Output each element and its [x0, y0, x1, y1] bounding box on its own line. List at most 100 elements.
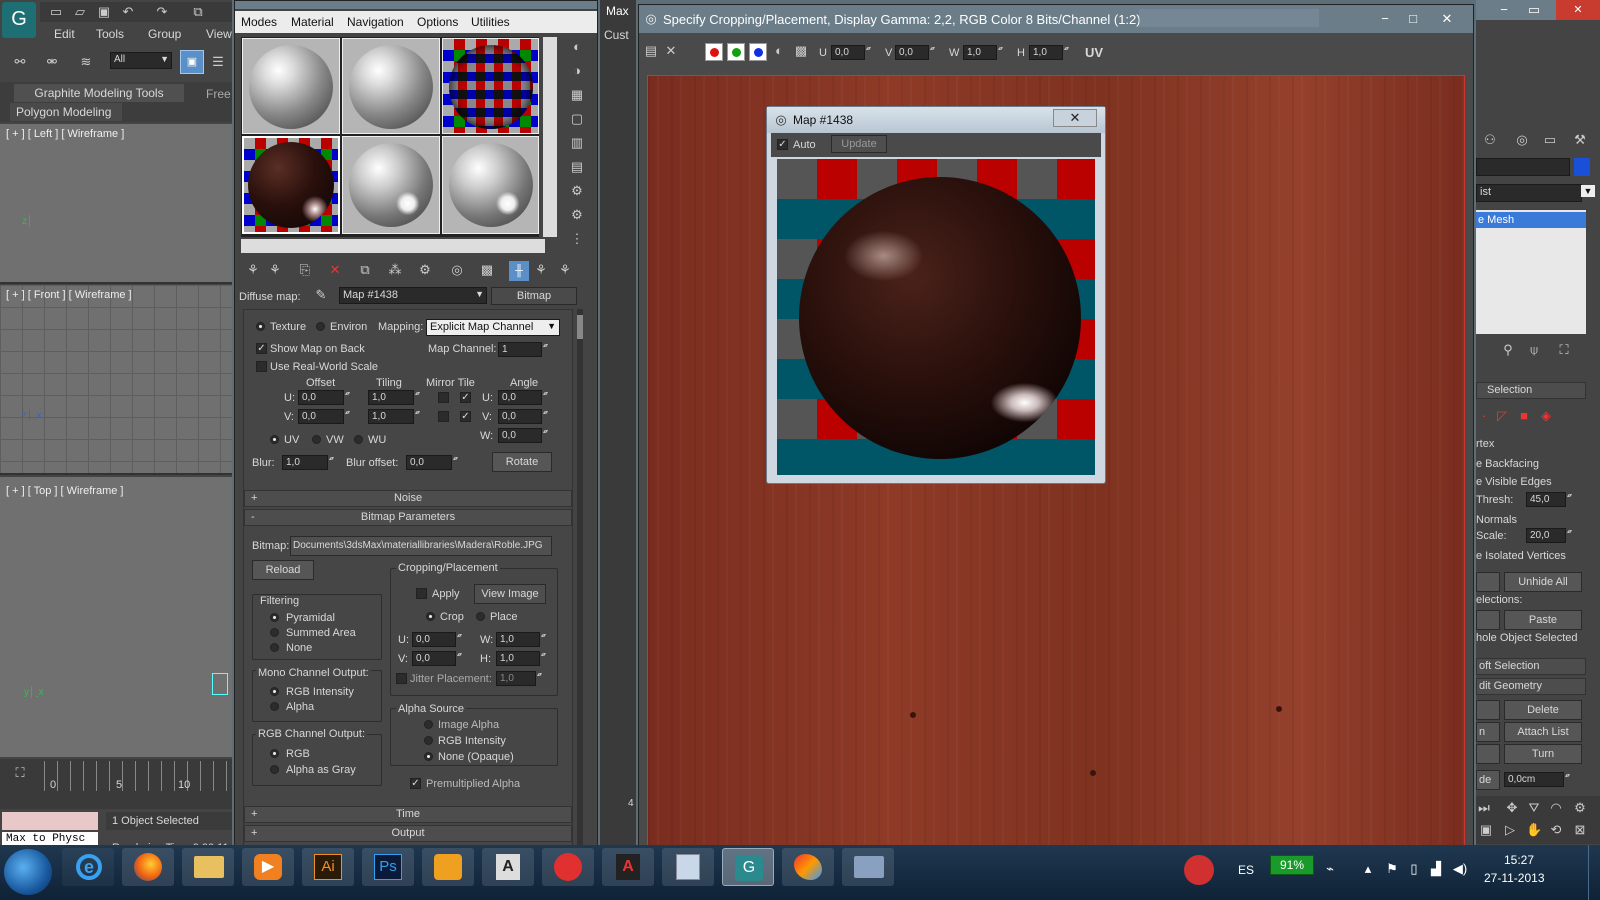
show-end-result-button[interactable]: ╫ [509, 261, 529, 281]
uv-radio[interactable] [270, 435, 279, 444]
utilities-tab-icon[interactable]: ⚒ [1572, 132, 1588, 148]
app-red-taskbar-icon[interactable] [542, 848, 594, 886]
crop-u-toolbar-input[interactable]: 0,0 [831, 45, 874, 60]
project-icon[interactable]: ⧉ [190, 4, 206, 20]
firefox-taskbar-icon[interactable] [122, 848, 174, 886]
calculator-taskbar-icon[interactable] [662, 848, 714, 886]
sample-slot-2[interactable] [342, 38, 440, 134]
minimize-icon[interactable]: − [1377, 11, 1393, 27]
timeline[interactable]: ⛶ 0 5 10 [0, 759, 232, 809]
viewport-left[interactable]: [ + ] [ Left ] [ Wireframe ] z│ [0, 124, 232, 284]
autodesk-taskbar-icon[interactable]: A [602, 848, 654, 886]
extrude-amount-input[interactable]: 0,0cm [1504, 772, 1573, 787]
right-minimize-icon[interactable]: − [1496, 2, 1512, 18]
menu-utilities[interactable]: Utilities [471, 15, 510, 29]
object-color-swatch[interactable] [1574, 158, 1590, 176]
action-center-flag-icon[interactable]: ⚑ [1384, 861, 1400, 877]
u-mirror-checkbox[interactable] [438, 392, 449, 403]
menu-material[interactable]: Material [291, 15, 334, 29]
red-channel-button[interactable] [705, 43, 723, 61]
vertex-icon[interactable]: · [1476, 408, 1492, 424]
sample-slot-3[interactable] [442, 38, 539, 134]
blue-channel-button[interactable] [749, 43, 767, 61]
copy-button[interactable] [1476, 610, 1500, 630]
jitter-checkbox[interactable] [396, 673, 407, 684]
attach-button[interactable]: n [1476, 722, 1500, 742]
blur-input[interactable]: 1,0 [282, 455, 337, 470]
select-by-material-icon[interactable]: ⚙ [569, 207, 585, 223]
viewport-left-label[interactable]: [ + ] [ Left ] [ Wireframe ] [6, 128, 124, 140]
backlight-icon[interactable]: ◑ [569, 63, 585, 79]
face-icon[interactable]: ■ [1516, 408, 1532, 424]
new-file-icon[interactable]: ▭ [48, 4, 64, 20]
show-map-on-back-checkbox[interactable]: ✓ [256, 343, 267, 354]
sample-slot-5[interactable] [342, 136, 440, 234]
time-rollout[interactable]: + Time [244, 806, 572, 823]
right-restore-icon[interactable]: ▭ [1526, 2, 1542, 18]
pyramidal-radio[interactable] [270, 613, 279, 622]
remove-modifier-icon[interactable]: ⛶ [1556, 342, 1572, 358]
make-preview-icon[interactable]: ▤ [569, 159, 585, 175]
viewport-front-label[interactable]: [ + ] [ Front ] [ Wireframe ] [6, 289, 132, 301]
menu-navigation[interactable]: Navigation [347, 15, 404, 29]
alpha-channel-icon[interactable]: ◐ [771, 43, 787, 59]
auto-checkbox[interactable]: ✓ [777, 139, 788, 150]
options-icon[interactable]: ⚙ [569, 183, 585, 199]
alpha-rgb-intensity-radio[interactable] [424, 736, 433, 745]
pan-icon[interactable]: ✋ [1526, 822, 1542, 838]
monochrome-icon[interactable]: ▩ [793, 43, 809, 59]
menu-view[interactable]: View [206, 27, 232, 41]
crop-u-input[interactable]: 0,0 [412, 632, 465, 647]
map-preview-title-bar[interactable]: ◎ Map #1438 ✕ [767, 107, 1105, 133]
output-rollout[interactable]: + Output [244, 825, 572, 842]
rgb-intensity-radio[interactable] [270, 687, 279, 696]
put-to-scene-icon[interactable]: ⚘ [267, 262, 283, 278]
map-name-chevron-icon[interactable]: ▼ [475, 288, 484, 300]
ribbon-tab-freeform[interactable]: Free [206, 87, 231, 101]
map-channel-input[interactable]: 1 [498, 342, 551, 357]
hierarchy-tab-icon[interactable]: ⚇ [1482, 132, 1498, 148]
clock-date[interactable]: 27-11-2013 [1484, 871, 1545, 885]
next-frame-icon[interactable]: ⏭ [1476, 800, 1492, 816]
get-material-icon[interactable]: ⚘ [245, 262, 261, 278]
menu-tools[interactable]: Tools [96, 27, 124, 41]
field-of-view-icon[interactable]: ⚙ [1572, 800, 1588, 816]
go-forward-sibling-icon[interactable]: ⚘ [557, 262, 573, 278]
sample-type-icon[interactable]: ◐ [569, 39, 585, 55]
reset-map-icon[interactable]: ✕ [327, 262, 343, 278]
jitter-input[interactable]: 1,0 [496, 671, 545, 686]
divide-button[interactable] [1476, 744, 1500, 764]
modifier-stack[interactable]: e Mesh [1476, 210, 1586, 334]
pin-stack-icon[interactable]: ⚲ [1500, 342, 1516, 358]
mapping-dropdown[interactable]: Explicit Map Channel ▼ [426, 319, 560, 336]
bind-space-warp-icon[interactable]: ≋ [78, 54, 94, 70]
none-opaque-radio[interactable] [424, 752, 433, 761]
explorer-taskbar-icon[interactable] [182, 848, 234, 886]
noise-rollout[interactable]: + Noise [244, 490, 572, 507]
timeline-ruler[interactable] [44, 761, 232, 791]
wireframe-object[interactable] [212, 673, 228, 695]
assign-to-selection-icon[interactable]: ⎘ [297, 262, 313, 278]
object-name-field[interactable] [1476, 158, 1570, 176]
map-preview-close-button[interactable]: ✕ [1053, 109, 1097, 127]
uv-tiling-icon[interactable]: ▢ [569, 111, 585, 127]
show-desktop-button[interactable] [1588, 845, 1600, 900]
real-world-scale-checkbox[interactable] [256, 361, 267, 372]
map-type-button[interactable]: Bitmap [491, 287, 577, 305]
v-mirror-checkbox[interactable] [438, 411, 449, 422]
region-zoom-icon[interactable]: ▣ [1478, 822, 1494, 838]
w-angle-input[interactable]: 0,0 [498, 428, 551, 443]
image-alpha-radio[interactable] [424, 720, 433, 729]
menu-edit[interactable]: Edit [54, 27, 75, 41]
search-box[interactable] [1139, 9, 1319, 27]
orbit-icon[interactable]: ◠ [1548, 800, 1564, 816]
open-file-icon[interactable]: ▱ [72, 4, 88, 20]
menu-options[interactable]: Options [417, 15, 458, 29]
soft-selection-rollout[interactable]: oft Selection [1476, 658, 1586, 675]
illustrator-taskbar-icon[interactable]: Ai [302, 848, 354, 886]
hide-button[interactable] [1476, 572, 1500, 592]
zoom-icon[interactable]: ✥ [1504, 800, 1520, 816]
autocad-taskbar-icon[interactable]: A [482, 848, 534, 886]
u-angle-input[interactable]: 0,0 [498, 390, 551, 405]
maximize-viewport-icon[interactable]: ⊠ [1572, 822, 1588, 838]
